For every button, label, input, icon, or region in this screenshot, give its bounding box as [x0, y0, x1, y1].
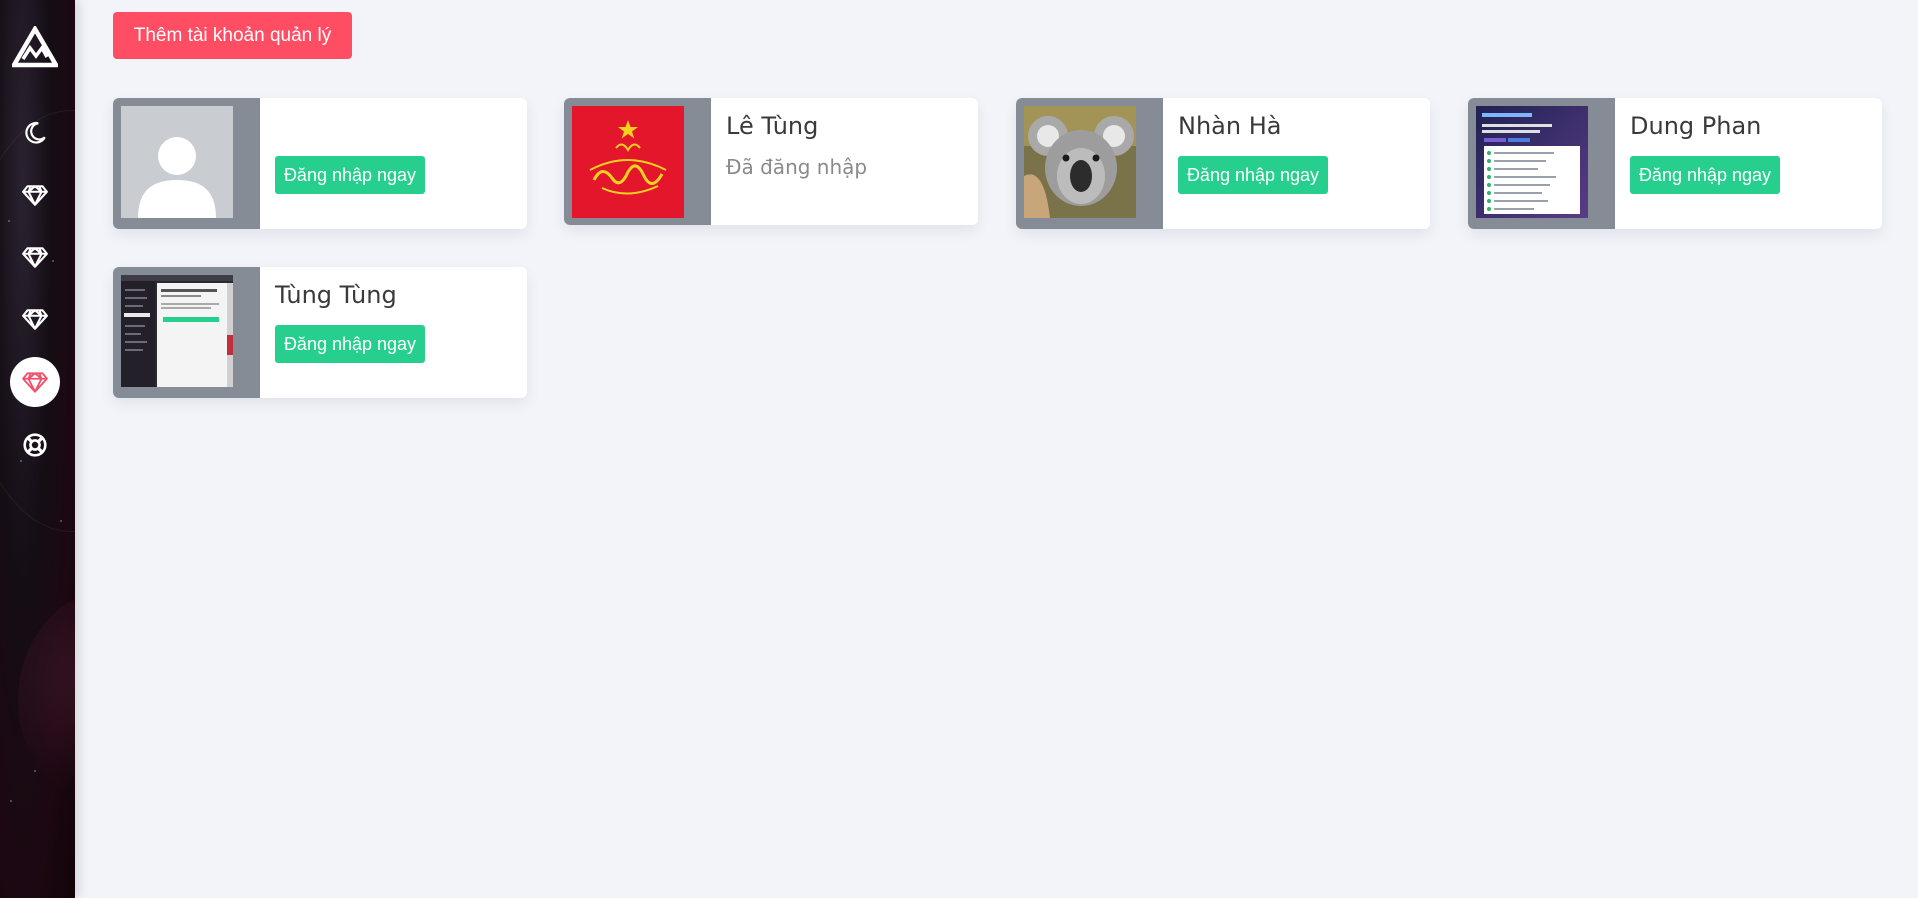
- diamond-icon: [22, 372, 48, 393]
- avatar-frame: [113, 267, 260, 398]
- sidebar-item-theme[interactable]: [10, 108, 60, 158]
- account-name: Dung Phan: [1630, 112, 1762, 140]
- sidebar-item-diamond-active[interactable]: [10, 357, 60, 407]
- lifebuoy-icon: [23, 433, 47, 457]
- sidebar-item-support[interactable]: [10, 420, 60, 470]
- add-managed-account-button[interactable]: Thêm tài khoản quản lý: [113, 12, 352, 59]
- diamond-icon: [22, 185, 48, 206]
- account-card: Nhàn Hà Đăng nhập ngay: [1016, 98, 1430, 229]
- sidebar: [0, 0, 75, 898]
- diamond-icon: [22, 247, 48, 268]
- mountain-logo-icon[interactable]: [10, 24, 60, 68]
- sidebar-item-diamond-1[interactable]: [10, 170, 60, 220]
- account-card: Tùng Tùng Đăng nhập ngay: [113, 267, 527, 398]
- account-name: Tùng Tùng: [275, 281, 397, 309]
- account-name: Lê Tùng: [726, 112, 819, 140]
- account-card: Dung Phan Đăng nhập ngay: [1468, 98, 1882, 229]
- avatar-frame: [113, 98, 260, 229]
- moon-icon: [25, 121, 46, 144]
- app-screenshot-avatar: [1476, 106, 1588, 218]
- account-card: Đăng nhập ngay: [113, 98, 527, 229]
- sidebar-decoration: [18, 590, 75, 810]
- koala-avatar: [1024, 106, 1136, 218]
- login-now-button[interactable]: Đăng nhập ngay: [275, 325, 425, 363]
- sidebar-item-diamond-2[interactable]: [10, 232, 60, 282]
- login-now-button[interactable]: Đăng nhập ngay: [1178, 156, 1328, 194]
- login-status: Đã đăng nhập: [726, 155, 868, 179]
- diamond-icon: [22, 309, 48, 330]
- avatar-frame: [1468, 98, 1615, 229]
- vietnam-logo-avatar: [572, 106, 684, 218]
- desktop-screenshot-avatar: [121, 275, 233, 387]
- account-name: Nhàn Hà: [1178, 112, 1282, 140]
- default-user-avatar: [121, 106, 233, 218]
- sidebar-item-diamond-3[interactable]: [10, 294, 60, 344]
- avatar-frame: [1016, 98, 1163, 229]
- login-now-button[interactable]: Đăng nhập ngay: [1630, 156, 1780, 194]
- avatar-frame: [564, 98, 711, 225]
- account-card: Lê Tùng Đã đăng nhập: [564, 98, 978, 225]
- login-now-button[interactable]: Đăng nhập ngay: [275, 156, 425, 194]
